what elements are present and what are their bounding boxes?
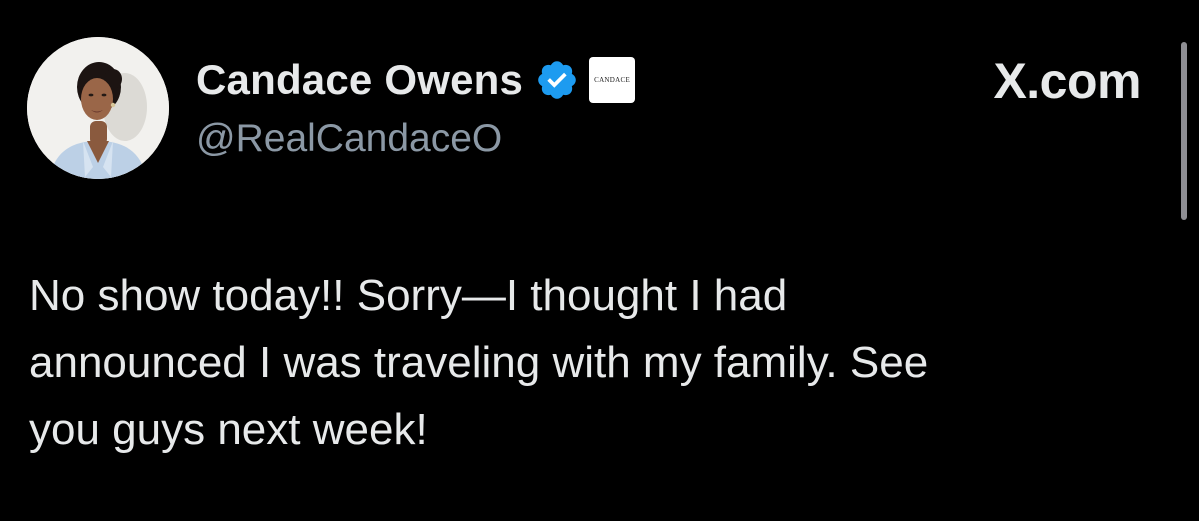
author-name-row: Candace Owens CANDACE: [196, 52, 636, 108]
verified-checkmark-icon[interactable]: [535, 58, 579, 102]
author-display-name[interactable]: Candace Owens: [196, 56, 523, 104]
scrollbar[interactable]: [1181, 42, 1187, 220]
x-com-logo: X.com: [993, 53, 1141, 109]
avatar[interactable]: [27, 37, 169, 179]
affiliate-badge[interactable]: CANDACE: [589, 57, 636, 103]
tweet-card: Candace Owens CANDACE @RealCandaceO X.co…: [0, 0, 1199, 521]
affiliate-badge-logo-text: CANDACE: [594, 76, 631, 84]
author-handle[interactable]: @RealCandaceO: [196, 117, 502, 161]
avatar-portrait-image: [27, 37, 169, 179]
tweet-text: No show today!! Sorry—I thought I had an…: [29, 271, 929, 454]
